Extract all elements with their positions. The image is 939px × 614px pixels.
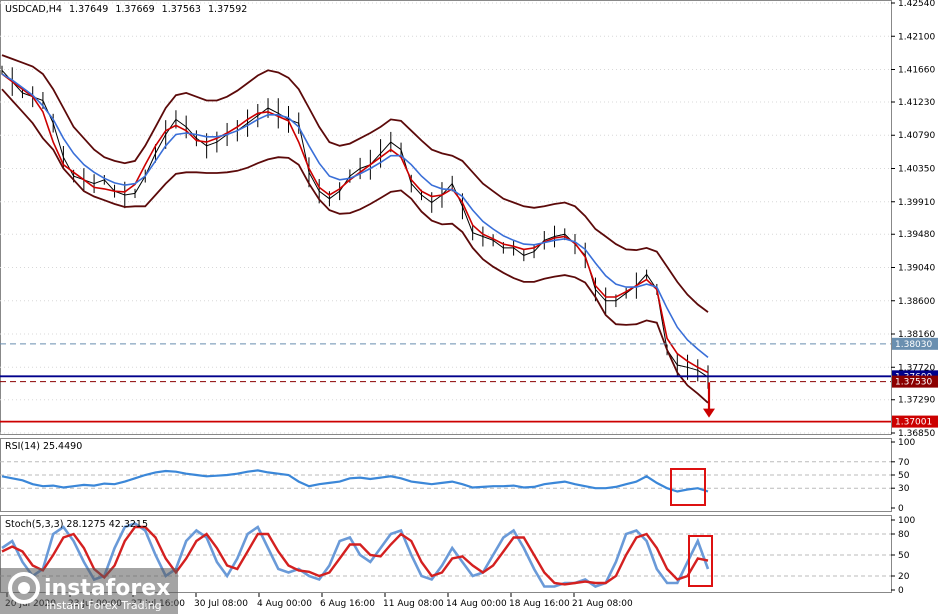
time-tick-label: 6 Aug 16:00 (320, 599, 375, 609)
indicator-tick-label: 0 (898, 504, 904, 514)
symbol: USDCAD (5, 4, 46, 15)
level-tag-label: 1.37001 (895, 418, 932, 428)
price-tick-label: 1.39480 (898, 230, 935, 240)
price-tick-label: 1.41660 (898, 66, 935, 76)
indicator-tick-label: 20 (898, 572, 910, 582)
price-tick-label: 1.37290 (898, 396, 935, 406)
indicator-tick-label: 50 (898, 471, 910, 481)
level-tag-label: 1.38030 (895, 340, 932, 350)
price-pane (0, 0, 892, 435)
ohlc-high: 1.37669 (115, 4, 154, 15)
chart: 1.380301.376001.375301.37001 1.425401.42… (0, 0, 938, 614)
price-tick-label: 1.41230 (898, 98, 935, 108)
time-tick-label: 18 Aug 16:00 (509, 599, 570, 609)
indicator-tick-label: 70 (898, 458, 910, 468)
level-tag-label: 1.37530 (895, 378, 932, 388)
price-tick-label: 1.40350 (898, 165, 935, 175)
stoch-label: Stoch(5,3,3) 28.1275 42.3215 (5, 519, 148, 530)
rsi-label: RSI(14) 25.4490 (5, 441, 82, 452)
time-tick-label: 4 Aug 00:00 (257, 599, 312, 609)
time-tick-label: 21 Aug 08:00 (572, 599, 633, 609)
time-tick-label: 11 Aug 08:00 (383, 599, 444, 609)
price-tick-label: 1.39910 (898, 198, 935, 208)
instaforex-logo: instaforex Instant Forex Trading (0, 568, 178, 614)
indicator-tick-label: 0 (898, 586, 904, 596)
logo-brand: instaforex (44, 576, 170, 601)
price-tick-label: 1.37720 (898, 363, 935, 373)
indicator-tick-label: 80 (898, 530, 910, 540)
indicator-tick-label: 100 (898, 516, 915, 526)
ohlc-low: 1.37563 (162, 4, 201, 15)
price-tick-label: 1.38600 (898, 297, 935, 307)
logo-tagline: Instant Forex Trading (46, 599, 162, 612)
timeframe: H4 (49, 4, 62, 15)
indicator-tick-label: 100 (898, 438, 915, 448)
indicator-tick-label: 50 (898, 551, 910, 561)
indicator-tick-label: 30 (898, 484, 910, 494)
symbol-header: USDCAD,H4 1.37649 1.37669 1.37563 1.3759… (5, 4, 247, 15)
price-tick-label: 1.38160 (898, 330, 935, 340)
price-tick-label: 1.42540 (898, 0, 935, 9)
time-tick-label: 30 Jul 08:00 (194, 599, 248, 609)
time-tick-label: 14 Aug 00:00 (446, 599, 507, 609)
price-tick-label: 1.40790 (898, 131, 935, 141)
ohlc-close: 1.37592 (208, 4, 247, 15)
ohlc-open: 1.37649 (69, 4, 108, 15)
price-tick-label: 1.39040 (898, 263, 935, 273)
price-tick-label: 1.42100 (898, 32, 935, 42)
